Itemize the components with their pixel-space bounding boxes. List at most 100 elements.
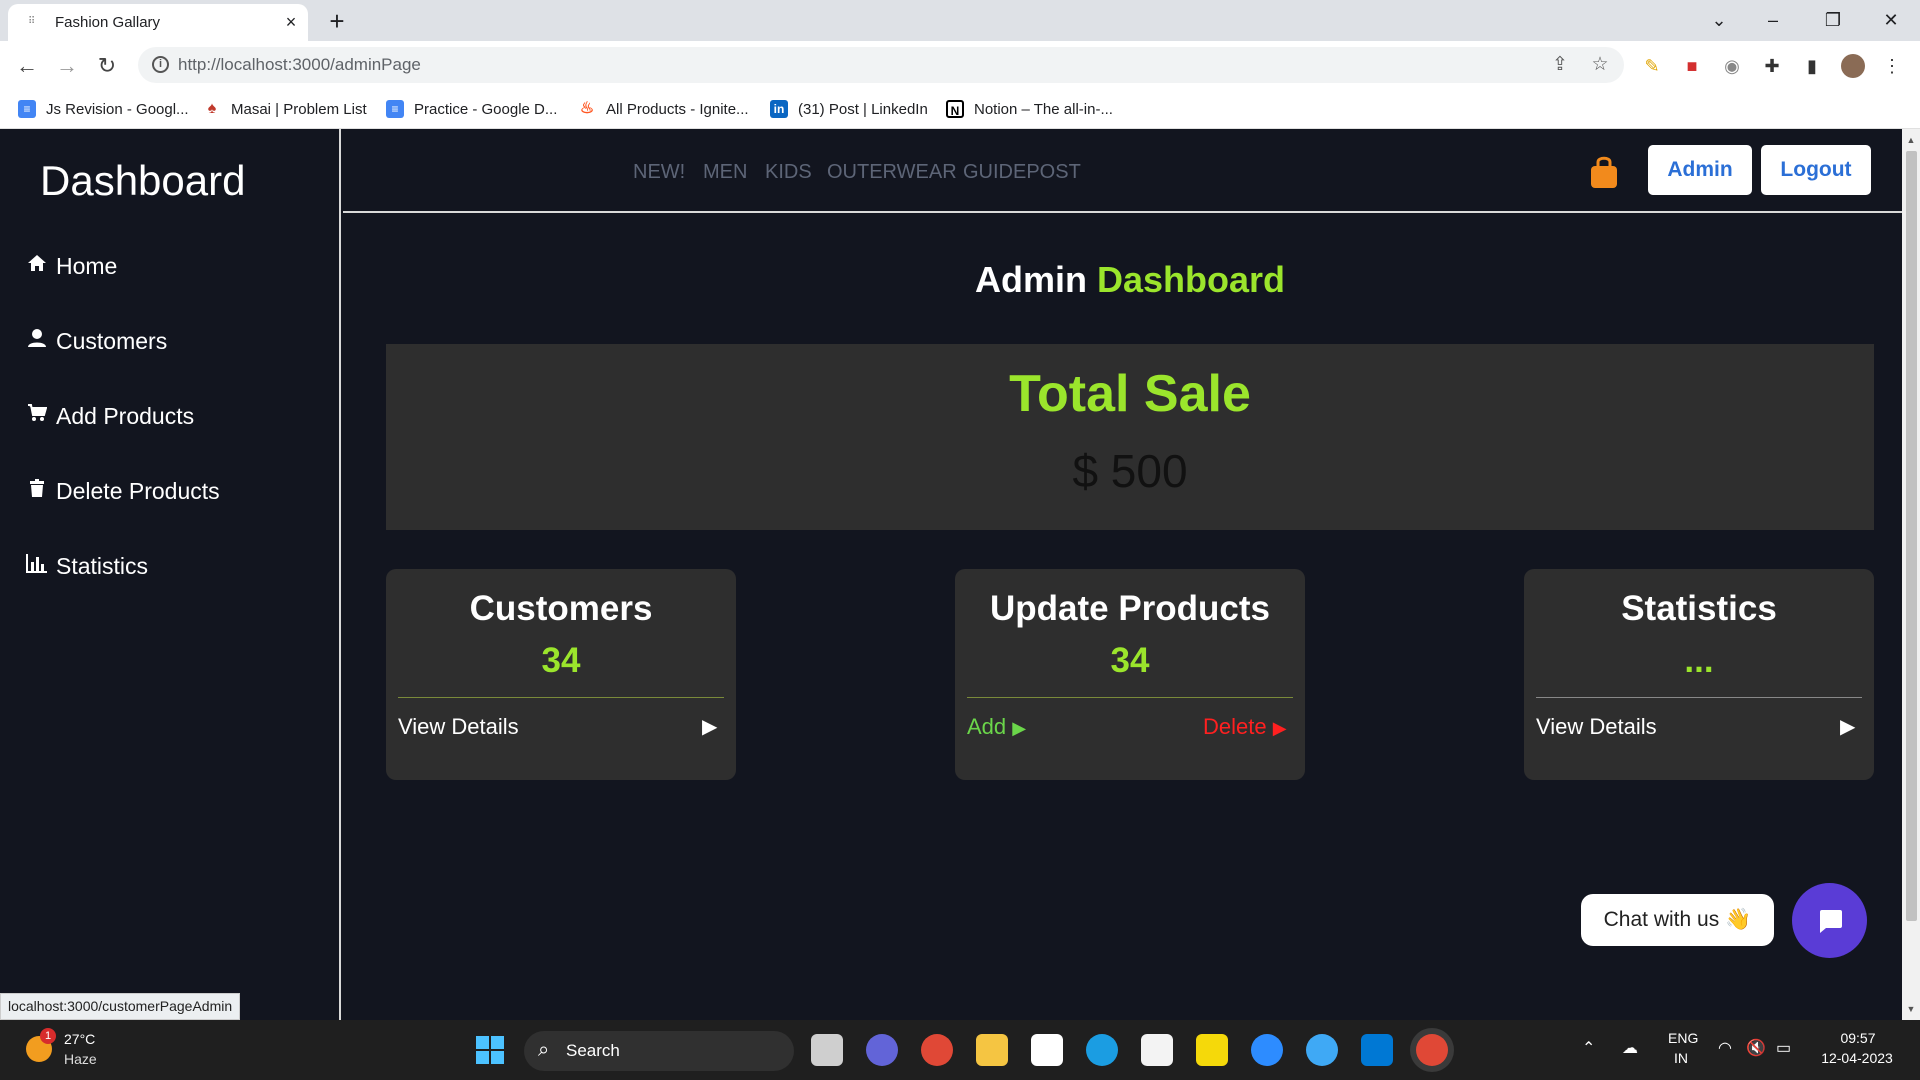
window-close-icon[interactable]: ✕ [1876,6,1906,34]
weather-temperature[interactable]: 27°C [64,1031,95,1047]
sidebar-brand[interactable]: Dashboard [40,157,245,205]
reload-icon[interactable]: ↻ [93,52,121,80]
admin-button[interactable]: Admin [1648,145,1752,195]
scroll-down-icon[interactable]: ▼ [1906,1004,1916,1014]
chrome-icon[interactable] [921,1034,953,1066]
shopping-bag-icon[interactable] [1589,155,1619,189]
battery-icon[interactable]: ▭ [1776,1038,1791,1058]
microsoft-store-icon[interactable] [1141,1034,1173,1066]
bookmark-item[interactable]: ♨ All Products - Ignite... [578,97,749,121]
card-count: 34 [1110,641,1150,680]
tab-search-chevron-icon[interactable]: ⌄ [1704,6,1734,34]
sidebar-item-customers[interactable]: Customers [24,324,167,358]
nav-link-guidepost[interactable]: GUIDEPOST [963,161,1081,184]
extension-bear-icon[interactable]: ◉ [1720,54,1744,78]
region-indicator[interactable]: IN [1674,1050,1688,1066]
weather-condition[interactable]: Haze [64,1051,97,1067]
postman-icon[interactable] [1196,1034,1228,1066]
extension-pen-icon[interactable]: ✎ [1640,54,1664,78]
customers-view-details-link[interactable]: View Details [398,714,519,740]
extension-red-icon[interactable]: ■ [1680,54,1704,78]
language-indicator[interactable]: ENG [1668,1030,1698,1046]
side-panel-icon[interactable]: ▮ [1800,54,1824,78]
linkedin-icon: in [770,100,788,118]
caret-right-icon: ▶ [1272,718,1287,738]
volume-muted-icon[interactable]: 🔇 [1746,1038,1766,1058]
total-sale-label: Total Sale [1009,365,1251,423]
statistics-card: Statistics ... View Details ▶ [1524,569,1874,780]
nav-link-outerwear[interactable]: OUTERWEAR [827,161,957,184]
share-icon[interactable]: ⇪ [1548,53,1572,77]
caret-right-icon[interactable]: ▶ [702,714,717,739]
browser-tab[interactable]: ⠿ Fashion Gallary × [8,4,308,41]
site-info-icon[interactable]: i [152,56,169,73]
bookmark-label: Practice - Google D... [414,100,558,118]
bookmark-label: Js Revision - Googl... [46,100,189,118]
page-scrollbar[interactable]: ▲ ▼ [1902,129,1920,1020]
file-explorer-icon[interactable] [976,1034,1008,1066]
new-tab-button[interactable]: + [323,8,351,36]
nav-link-new[interactable]: NEW! [633,161,685,184]
minimize-icon[interactable]: – [1758,6,1788,34]
sidebar-item-delete-products[interactable]: Delete Products [24,474,220,508]
top-navigation: NEW! MEN KIDS OUTERWEAR GUIDEPOST Admin … [343,129,1902,213]
sidebar-item-home[interactable]: Home [24,249,117,283]
waving-hand-icon: 👋 [1725,908,1752,931]
forward-arrow-icon[interactable]: → [53,52,81,80]
logout-button[interactable]: Logout [1761,145,1871,195]
vscode-icon[interactable] [1361,1034,1393,1066]
browser-menu-icon[interactable]: ⋮ [1880,54,1904,78]
sidebar-item-label: Home [56,252,118,279]
bookmark-label: Masai | Problem List [231,100,367,118]
card-title: Customers [469,589,653,628]
add-product-link[interactable]: Add ▶ [967,714,1026,740]
tab-close-icon[interactable]: × [280,11,302,33]
zoom-icon[interactable] [1251,1034,1283,1066]
card-title: Statistics [1621,589,1777,628]
card-count: 34 [541,641,581,680]
clock-time[interactable]: 09:57 [1818,1030,1898,1046]
bookmark-item[interactable]: in (31) Post | LinkedIn [770,97,928,121]
delete-product-link[interactable]: Delete ▶ [1203,714,1287,740]
scroll-up-icon[interactable]: ▲ [1906,135,1916,145]
teams-chat-icon[interactable] [866,1034,898,1066]
user-icon [24,328,50,354]
bookmark-item[interactable]: N Notion – The all-in-... [946,97,1113,121]
page-viewport: Dashboard Home Customers Add Products De… [0,129,1902,1020]
windows-start-icon[interactable] [474,1034,506,1066]
sidebar-item-add-products[interactable]: Add Products [24,399,194,433]
clock-date[interactable]: 12-04-2023 [1812,1050,1902,1066]
nav-link-men[interactable]: MEN [703,161,747,184]
statistics-view-details-link[interactable]: View Details [1536,714,1657,740]
task-view-icon[interactable] [811,1034,843,1066]
wifi-icon[interactable]: ◠ [1718,1038,1732,1058]
caret-right-icon[interactable]: ▶ [1840,714,1855,739]
extensions-puzzle-icon[interactable]: ✚ [1760,54,1784,78]
address-bar[interactable]: i http://localhost:3000/adminPage ⇪ ☆ [138,47,1624,83]
tray-chevron-icon[interactable]: ⌃ [1582,1038,1595,1058]
taskbar-search[interactable]: ⌕ Search [524,1031,794,1071]
bookmark-item[interactable]: ♠ Masai | Problem List [203,97,367,121]
bookmark-item[interactable]: ≡ Practice - Google D... [386,97,557,121]
edge-icon[interactable] [1086,1034,1118,1066]
restore-icon[interactable]: ❐ [1818,6,1848,34]
profile-avatar[interactable] [1841,54,1865,78]
mongodb-icon[interactable] [1031,1034,1063,1066]
delete-product-label: Delete [1203,714,1267,739]
bookmark-item[interactable]: ≡ Js Revision - Googl... [18,97,189,121]
onedrive-icon[interactable]: ☁ [1622,1038,1638,1058]
chat-prompt[interactable]: Chat with us 👋 [1581,894,1774,946]
scroll-thumb[interactable] [1906,151,1917,921]
chrome-active-icon[interactable] [1416,1034,1448,1066]
bookmark-star-icon[interactable]: ☆ [1588,53,1612,77]
bookmark-label: (31) Post | LinkedIn [798,100,928,118]
notion-icon: N [946,100,964,118]
nav-link-kids[interactable]: KIDS [765,161,812,184]
total-sale-panel: Total Sale $ 500 [386,344,1874,530]
back-arrow-icon[interactable]: ← [13,52,41,80]
bookmark-label: All Products - Ignite... [606,100,749,118]
python-icon[interactable] [1306,1034,1338,1066]
url-text[interactable]: http://localhost:3000/adminPage [178,55,421,75]
sidebar-item-statistics[interactable]: Statistics [24,549,148,583]
chat-launcher-button[interactable] [1792,883,1867,958]
